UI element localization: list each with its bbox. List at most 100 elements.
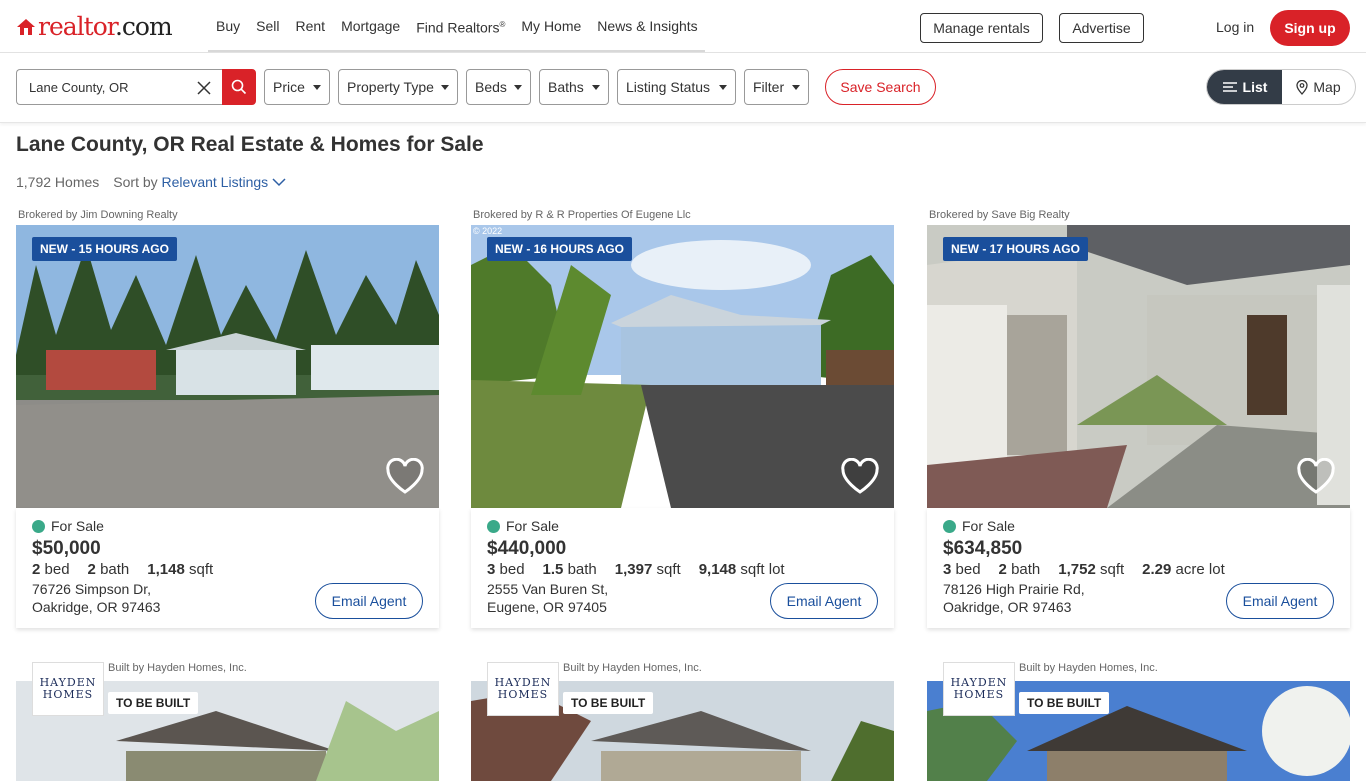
new-listing-badge: NEW - 16 HOURS AGO <box>487 237 632 261</box>
lot-label: sqft lot <box>740 561 785 578</box>
search-button[interactable] <box>222 69 256 105</box>
nav-underline <box>208 50 705 52</box>
nav-sell[interactable]: Sell <box>248 0 287 53</box>
list-icon <box>1222 82 1237 92</box>
nav-find-realtors-label: Find Realtors <box>416 19 500 36</box>
signup-button[interactable]: Sign up <box>1270 10 1350 46</box>
listing-card[interactable]: Brokered by R & R Properties Of Eugene L… <box>471 207 894 628</box>
listing-status: For Sale <box>32 518 423 534</box>
listing-card[interactable]: Brokered by Jim Downing Realty NEW - 15 … <box>16 207 439 628</box>
email-agent-button[interactable]: Email Agent <box>315 583 423 619</box>
baths-label: bath <box>100 561 130 578</box>
map-pin-icon <box>1296 79 1309 95</box>
broker-text: Brokered by R & R Properties Of Eugene L… <box>473 209 691 221</box>
builder-text: Built by Hayden Homes, Inc. <box>563 662 702 674</box>
beds-spec: 2 bed <box>32 561 70 578</box>
caret-down-icon <box>313 85 321 90</box>
map-view-button[interactable]: Map <box>1282 70 1355 104</box>
sqft-value: 1,397 <box>614 561 653 578</box>
sort-control[interactable]: Sort by Relevant Listings <box>113 174 286 190</box>
caret-down-icon <box>719 85 727 90</box>
nav-news-insights[interactable]: News & Insights <box>589 0 705 53</box>
heart-icon[interactable] <box>385 458 425 496</box>
clear-icon[interactable] <box>195 79 213 97</box>
status-label: For Sale <box>51 518 104 534</box>
listing-card[interactable]: Brokered by Save Big Realty NEW - 17 HOU… <box>927 207 1350 628</box>
main-nav: Buy Sell Rent Mortgage Find Realtors® My… <box>208 0 706 53</box>
search-icon <box>231 79 247 95</box>
listing-status: For Sale <box>487 518 878 534</box>
sqft-label: sqft <box>188 561 214 578</box>
listing-photo[interactable]: NEW - 17 HOURS AGO <box>927 225 1350 508</box>
advertise-button[interactable]: Advertise <box>1059 13 1144 43</box>
nav-my-home[interactable]: My Home <box>513 0 589 53</box>
heart-icon[interactable] <box>1296 458 1336 496</box>
beds-dropdown[interactable]: Beds <box>466 69 531 105</box>
baths-spec: 2 bath <box>88 561 130 578</box>
listing-info: For Sale $634,850 3 bed 2 bath 1,752 sqf… <box>927 508 1350 628</box>
email-agent-button[interactable]: Email Agent <box>1226 583 1334 619</box>
baths-value: 2 <box>87 561 96 578</box>
status-label: For Sale <box>506 518 559 534</box>
listing-price: $50,000 <box>32 538 101 559</box>
nav-rent[interactable]: Rent <box>287 0 333 53</box>
listing-specs: 3 bed 1.5 bath 1,397 sqft 9,148 sqft lot <box>487 561 878 578</box>
sqft-spec: 1,148 sqft <box>147 561 213 578</box>
realtor-logo[interactable]: realtor.com <box>16 13 173 41</box>
email-agent-button[interactable]: Email Agent <box>770 583 878 619</box>
price-dropdown[interactable]: Price <box>264 69 330 105</box>
builder-logo-line2: HOMES <box>953 688 1005 701</box>
builder-listing-card[interactable]: HAYDEN HOMES Built by Hayden Homes, Inc.… <box>471 662 894 781</box>
chevron-down-icon[interactable] <box>272 177 286 187</box>
view-toggle: List Map <box>1206 69 1356 105</box>
login-link[interactable]: Log in <box>1216 19 1254 35</box>
heart-icon[interactable] <box>840 458 880 496</box>
sqft-label: sqft <box>1099 561 1125 578</box>
status-label: For Sale <box>962 518 1015 534</box>
filter-dropdown[interactable]: Filter <box>744 69 809 105</box>
caret-down-icon <box>592 85 600 90</box>
nav-buy[interactable]: Buy <box>208 0 248 53</box>
listing-specs: 2 bed 2 bath 1,148 sqft <box>32 561 423 578</box>
nav-mortgage[interactable]: Mortgage <box>333 0 408 53</box>
sort-label: Sort by <box>113 174 158 190</box>
search-input[interactable]: Lane County, OR <box>16 69 223 105</box>
results-count: 1,792 Homes <box>16 174 100 190</box>
property-type-dropdown[interactable]: Property Type <box>338 69 458 105</box>
photo-watermark: © 2022 <box>473 226 503 236</box>
listing-price: $440,000 <box>487 538 567 559</box>
beds-value: 3 <box>943 561 952 578</box>
listing-photo-image <box>16 225 439 508</box>
lot-value: 9,148 <box>698 561 737 578</box>
nav-find-realtors[interactable]: Find Realtors® <box>408 0 513 55</box>
builder-listing-card[interactable]: HAYDEN HOMES Built by Hayden Homes, Inc.… <box>927 662 1350 781</box>
beds-value: 3 <box>487 561 496 578</box>
listing-photo[interactable]: NEW - 15 HOURS AGO <box>16 225 439 508</box>
beds-label: bed <box>955 561 981 578</box>
to-be-built-badge: TO BE BUILT <box>563 692 654 714</box>
save-search-button[interactable]: Save Search <box>825 69 936 105</box>
listing-photo[interactable]: © 2022 NEW - 16 HOURS AGO <box>471 225 894 508</box>
listing-price: $634,850 <box>943 538 1023 559</box>
hayden-homes-logo: HAYDEN HOMES <box>943 662 1015 716</box>
lot-spec: 9,148 sqft lot <box>699 561 785 578</box>
price-dropdown-label: Price <box>273 79 305 95</box>
top-navigation: realtor.com Buy Sell Rent Mortgage Find … <box>0 0 1366 53</box>
baths-dropdown[interactable]: Baths <box>539 69 609 105</box>
sort-value[interactable]: Relevant Listings <box>162 174 269 190</box>
sqft-spec: 1,752 sqft <box>1058 561 1124 578</box>
caret-down-icon <box>514 85 522 90</box>
status-dot-icon <box>943 519 956 533</box>
list-view-button[interactable]: List <box>1207 70 1282 104</box>
baths-spec: 2 bath <box>999 561 1041 578</box>
manage-rentals-button[interactable]: Manage rentals <box>920 13 1043 43</box>
builder-text: Built by Hayden Homes, Inc. <box>108 662 247 674</box>
listing-status: For Sale <box>943 518 1334 534</box>
beds-spec: 3 bed <box>487 561 525 578</box>
caret-down-icon <box>441 85 449 90</box>
listing-photo-image <box>471 225 894 508</box>
baths-label: bath <box>567 561 597 578</box>
listing-status-dropdown[interactable]: Listing Status <box>617 69 736 105</box>
sqft-value: 1,752 <box>1058 561 1096 578</box>
builder-listing-card[interactable]: HAYDEN HOMES Built by Hayden Homes, Inc.… <box>16 662 439 781</box>
